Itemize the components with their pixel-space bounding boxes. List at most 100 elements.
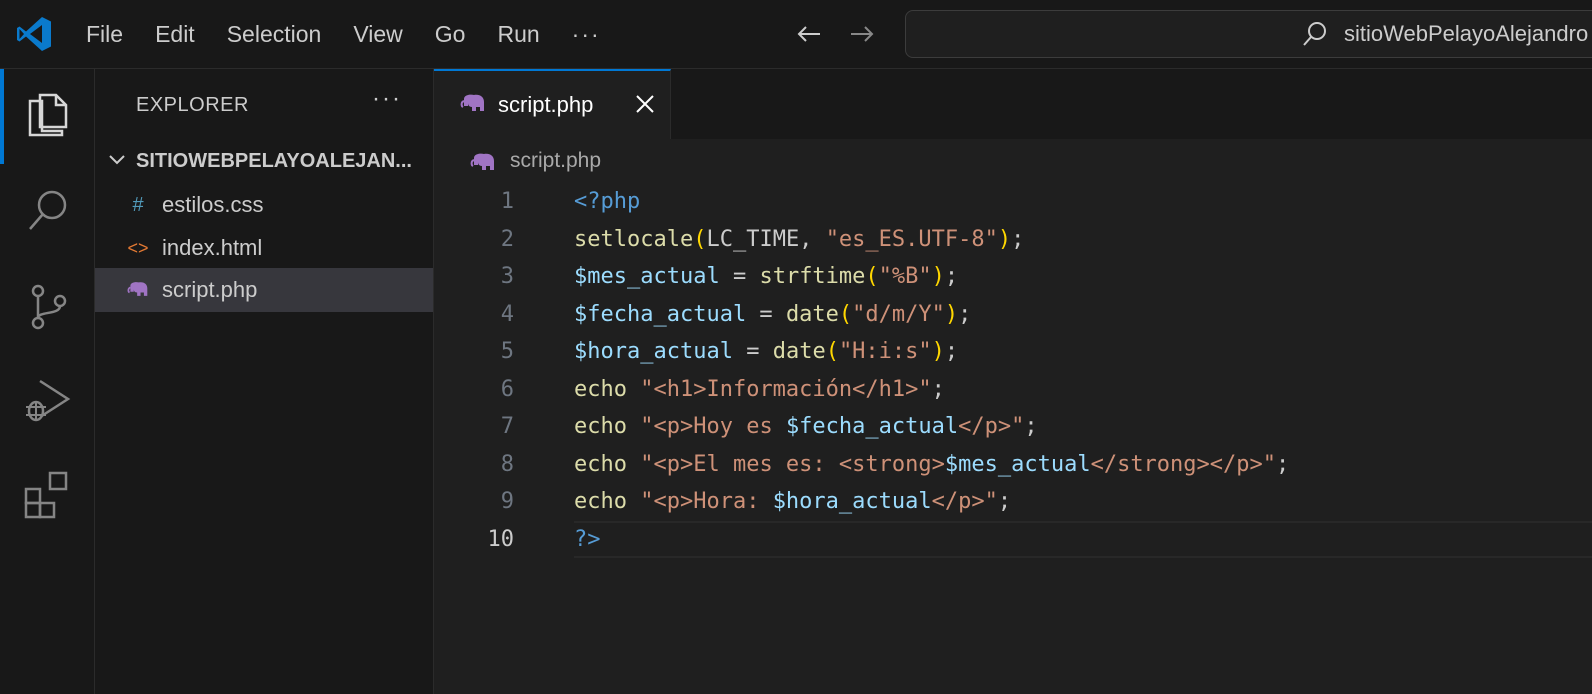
- code-token: </p>": [958, 414, 1025, 439]
- code-line[interactable]: 8 echo "<p>El mes es: <strong>$mes_actual…: [434, 446, 1592, 484]
- code-token: </strong></p>": [1090, 451, 1277, 477]
- code-token: LC_TIME,: [706, 226, 826, 252]
- tab-script-php[interactable]: script.php: [434, 69, 671, 139]
- code-token: "es_ES.UTF-8": [825, 226, 998, 252]
- code-editor[interactable]: 1 <?php 2 setlocale(LC_TIME, "es_ES.UTF-8")…: [434, 183, 1592, 558]
- code-token: ?>: [574, 526, 601, 552]
- code-token: <?php: [574, 189, 641, 214]
- code-line[interactable]: 9 echo "<p>Hora: $hora_actual</p>";: [434, 483, 1592, 521]
- code-token: =: [746, 301, 786, 327]
- code-token: ): [931, 339, 945, 364]
- file-item-estilos-css[interactable]: # estilos.css: [95, 183, 433, 227]
- search-icon: [1303, 22, 1326, 46]
- line-number: 9: [500, 489, 514, 514]
- code-text: echo "<p>Hora: $hora_actual</p>";: [574, 483, 1011, 521]
- activity-bar: [0, 69, 95, 694]
- code-text: ?>: [574, 521, 601, 559]
- line-number: 5: [500, 339, 514, 364]
- code-token: "H:i:s": [838, 339, 932, 364]
- command-center-search[interactable]: sitioWebPelayoAlejandro: [905, 10, 1592, 58]
- menu-edit[interactable]: Edit: [139, 0, 211, 69]
- html-file-icon: <>: [127, 238, 149, 258]
- code-token: ;: [944, 339, 959, 364]
- file-item-index-html[interactable]: <> index.html: [95, 226, 433, 270]
- search-text: sitioWebPelayoAlejandro: [1344, 21, 1589, 46]
- menu-more-button[interactable]: ···: [556, 21, 617, 48]
- code-token: $fecha_actual: [785, 414, 959, 439]
- code-token: ;: [931, 376, 945, 402]
- code-line[interactable]: 5 $hora_actual = date("H:i:s");: [434, 333, 1592, 371]
- code-token: strftime: [759, 264, 866, 289]
- code-token: ): [944, 301, 959, 327]
- code-token: ;: [1011, 226, 1025, 252]
- menu-run[interactable]: Run: [481, 0, 555, 69]
- code-token: (: [825, 339, 839, 364]
- code-token: $hora_actual: [772, 489, 932, 514]
- chevron-down-icon: [109, 155, 125, 165]
- file-item-script-php[interactable]: script.php: [95, 268, 433, 312]
- line-number: 1: [500, 189, 514, 214]
- code-line[interactable]: 10 ?>: [434, 520, 1592, 559]
- line-number: 6: [500, 376, 514, 402]
- css-file-icon: #: [132, 194, 144, 216]
- source-control-icon[interactable]: [22, 281, 74, 333]
- code-line[interactable]: 2 setlocale(LC_TIME, "es_ES.UTF-8");: [434, 221, 1592, 259]
- menu-selection[interactable]: Selection: [211, 0, 338, 69]
- code-token: date: [772, 339, 826, 364]
- code-line[interactable]: 3 $mes_actual = strftime("%B");: [434, 258, 1592, 296]
- code-token: "<p>El mes es: <strong>: [640, 451, 945, 477]
- file-name: script.php: [162, 277, 258, 302]
- code-token: echo: [574, 414, 627, 439]
- code-token: "<p>Hora:: [640, 489, 773, 514]
- code-line[interactable]: 6 echo "<h1>Información</h1>";: [434, 371, 1592, 409]
- code-token: $hora_actual: [574, 339, 733, 364]
- run-and-debug-icon[interactable]: [22, 375, 74, 427]
- back-arrow-icon[interactable]: [793, 18, 825, 50]
- editor-tab-bar: script.php: [434, 69, 1592, 139]
- close-icon[interactable]: [634, 93, 656, 115]
- code-token: date: [785, 301, 839, 327]
- code-token: ;: [1276, 451, 1290, 477]
- explorer-files-icon[interactable]: [22, 89, 74, 141]
- code-token: "<h1>Información</h1>": [640, 376, 932, 402]
- code-text: setlocale(LC_TIME, "es_ES.UTF-8");: [574, 221, 1024, 259]
- code-token: setlocale: [574, 226, 694, 252]
- vscode-logo-icon: [17, 17, 51, 51]
- code-text: $hora_actual = date("H:i:s");: [574, 333, 958, 371]
- folder-name: SITIOWEBPELAYOALEJAN...: [136, 150, 412, 172]
- code-line[interactable]: 7 echo "<p>Hoy es $fecha_actual</p>";: [434, 408, 1592, 446]
- line-number: 10: [487, 526, 515, 552]
- menu-view[interactable]: View: [337, 0, 418, 69]
- file-name: index.html: [162, 235, 263, 260]
- code-token: ;: [1024, 414, 1038, 439]
- forward-arrow-icon[interactable]: [846, 18, 878, 50]
- explorer-more-button[interactable]: ···: [372, 85, 402, 113]
- code-line[interactable]: 4 $fecha_actual = date("d/m/Y");: [434, 296, 1592, 334]
- code-token: ;: [958, 301, 972, 327]
- code-text: echo "<h1>Información</h1>";: [574, 371, 945, 409]
- code-token: </p>": [931, 489, 998, 514]
- extensions-icon[interactable]: [22, 469, 74, 521]
- folder-header[interactable]: SITIOWEBPELAYOALEJAN...: [95, 140, 434, 180]
- code-token: $mes_actual: [944, 451, 1091, 477]
- explorer-title: EXPLORER: [136, 94, 249, 116]
- code-text: echo "<p>El mes es: <strong>$mes_actual<…: [574, 446, 1289, 484]
- code-token: (: [865, 264, 879, 289]
- code-token: echo: [574, 489, 627, 514]
- title-bar: File Edit Selection View Go Run ··· siti…: [0, 0, 1592, 69]
- code-text: echo "<p>Hoy es $fecha_actual</p>";: [574, 408, 1038, 446]
- code-token: (: [838, 301, 853, 327]
- menu-bar: File Edit Selection View Go Run ···: [70, 0, 617, 69]
- code-token: =: [732, 339, 773, 364]
- code-text: <?php: [574, 183, 640, 221]
- code-token: echo: [574, 376, 627, 402]
- explorer-sidebar: EXPLORER ··· SITIOWEBPELAYOALEJAN... # e…: [95, 69, 434, 694]
- search-view-icon[interactable]: [22, 185, 74, 237]
- code-text: $fecha_actual = date("d/m/Y");: [574, 296, 971, 334]
- menu-go[interactable]: Go: [419, 0, 482, 69]
- menu-file[interactable]: File: [70, 0, 139, 69]
- code-line[interactable]: 1 <?php: [434, 183, 1592, 221]
